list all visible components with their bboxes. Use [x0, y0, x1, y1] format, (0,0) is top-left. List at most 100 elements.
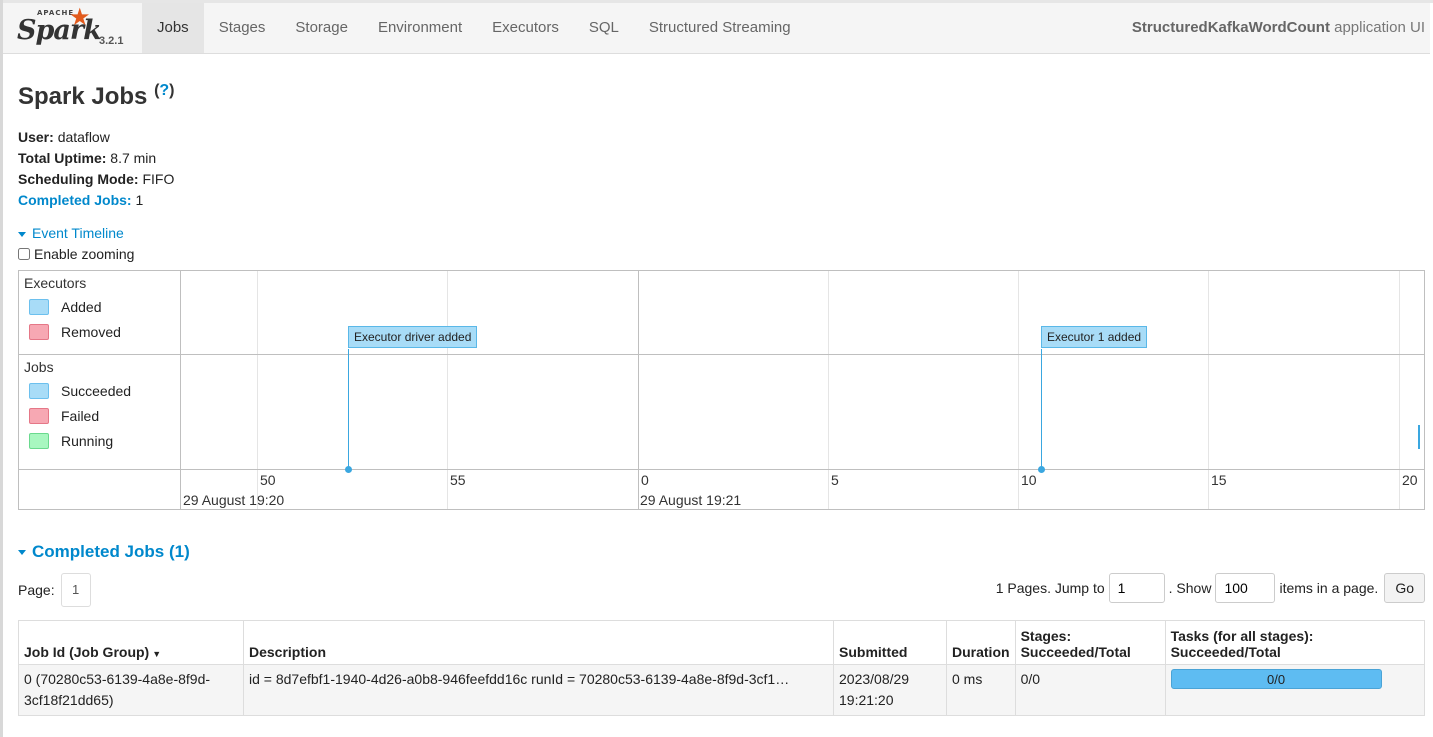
page-controls: 1 Pages. Jump to . Show items in a page.…: [996, 573, 1425, 603]
submitted-cell: 2023/08/29 19:21:20: [833, 664, 947, 716]
pagination: Page: 1: [18, 573, 91, 607]
tab-storage[interactable]: Storage: [280, 3, 363, 53]
event-executor-1-added[interactable]: Executor 1 added: [1041, 326, 1148, 348]
spark-version: 3.2.1: [99, 35, 124, 47]
duration-cell: 0 ms: [946, 664, 1016, 716]
show-text: . Show: [1168, 580, 1212, 596]
executor-driver-dot[interactable]: [345, 466, 352, 473]
col-submitted[interactable]: Submitted: [833, 620, 947, 665]
col-tasks[interactable]: Tasks (for all stages): Succeeded/Total: [1164, 620, 1426, 665]
group-divider: [19, 354, 1424, 355]
tick-label: 0: [641, 472, 649, 488]
go-button[interactable]: Go: [1384, 573, 1425, 603]
window-edge: [0, 0, 3, 737]
enable-zooming[interactable]: Enable zooming: [18, 246, 134, 262]
legend-failed: Failed: [29, 408, 99, 424]
executor-1-dot[interactable]: [1038, 466, 1045, 473]
tick-label: 20: [1402, 472, 1418, 488]
executors-group-label: Executors: [24, 275, 87, 291]
summary-uptime: Total Uptime: 8.7 min: [18, 148, 174, 169]
legend-removed-label: Removed: [61, 324, 121, 340]
tab-sql[interactable]: SQL: [574, 3, 634, 53]
app-name: StructuredKafkaWordCount: [1131, 19, 1330, 36]
user-value: dataflow: [57, 129, 110, 145]
caret-down-icon: [18, 550, 26, 556]
grid-line-major: [638, 271, 639, 509]
help-icon[interactable]: ?: [159, 82, 169, 99]
completed-jobs-table: Job Id (Job Group) ▼ Description Submitte…: [18, 620, 1426, 716]
user-label: User:: [18, 129, 54, 145]
axis-divider: [19, 469, 1424, 470]
event-timeline-toggle[interactable]: Event Timeline: [18, 225, 124, 241]
tab-structured-streaming[interactable]: Structured Streaming: [634, 3, 806, 53]
legend-failed-label: Failed: [61, 408, 100, 424]
items-text: items in a page.: [1279, 580, 1379, 596]
page-title: Spark Jobs (?): [18, 82, 175, 111]
col-job-id[interactable]: Job Id (Job Group) ▼: [18, 620, 244, 665]
page-label: Page:: [18, 582, 55, 598]
grid-line: [828, 271, 829, 509]
job-summary: User: dataflow Total Uptime: 8.7 min Sch…: [18, 127, 174, 211]
completed-jobs-link[interactable]: Completed Jobs:: [18, 192, 132, 208]
event-timeline-label: Event Timeline: [32, 225, 124, 241]
tick-label: 50: [260, 472, 276, 488]
legend-added: Added: [29, 299, 101, 315]
stages-cell: 0/0: [1014, 664, 1166, 716]
completed-jobs-header: Completed Jobs (1): [32, 542, 190, 561]
tasks-progress-bar: 0/0: [1170, 669, 1382, 689]
tab-executors[interactable]: Executors: [477, 3, 574, 53]
date-label: 29 August 19:20: [183, 492, 285, 508]
tab-jobs[interactable]: Jobs: [142, 3, 204, 53]
grid-line: [1399, 271, 1400, 509]
tab-stages[interactable]: Stages: [204, 3, 281, 53]
enable-zooming-checkbox[interactable]: [18, 248, 30, 260]
tasks-cell: 0/0: [1164, 664, 1426, 716]
grid-line: [447, 271, 448, 509]
running-swatch: [29, 433, 49, 449]
uptime-label: Total Uptime:: [18, 150, 107, 166]
completed-jobs-toggle[interactable]: Completed Jobs (1): [18, 542, 190, 562]
col-description[interactable]: Description: [243, 620, 834, 665]
top-navbar: APACHE Spark ★ 3.2.1 Jobs Stages Storage…: [3, 3, 1430, 54]
job-0-bar[interactable]: [1418, 425, 1420, 449]
nav-tabs: Jobs Stages Storage Environment Executor…: [142, 3, 806, 53]
page-1-link[interactable]: 1: [60, 573, 91, 607]
legend-removed: Removed: [29, 324, 121, 340]
caret-down-icon: [18, 231, 26, 237]
help-link[interactable]: (?): [154, 82, 174, 99]
scheduling-value: FIFO: [142, 171, 175, 187]
job-id-cell[interactable]: 0 (70280c53-6139-4a8e-8f9d-3cf18f21dd65): [18, 664, 244, 716]
summary-completed: Completed Jobs: 1: [18, 190, 174, 211]
table-header-row: Job Id (Job Group) ▼ Description Submitte…: [18, 620, 1426, 665]
failed-swatch: [29, 408, 49, 424]
tick-label: 55: [450, 472, 466, 488]
succeeded-swatch: [29, 383, 49, 399]
event-timeline[interactable]: Executors Added Removed Jobs Succeeded F…: [18, 270, 1425, 510]
application-title: StructuredKafkaWordCount application UI: [1132, 3, 1425, 53]
legend-running: Running: [29, 433, 113, 449]
app-suffix: application UI: [1329, 19, 1425, 36]
page-title-text: Spark Jobs: [18, 83, 148, 110]
jump-to-page-input[interactable]: [1108, 573, 1165, 603]
col-duration[interactable]: Duration: [946, 620, 1016, 665]
col-stages[interactable]: Stages: Succeeded/Total: [1014, 620, 1166, 665]
description-cell[interactable]: id = 8d7efbf1-1940-4d26-a0b8-946feefdd16…: [243, 664, 834, 716]
spark-logo[interactable]: APACHE Spark ★ 3.2.1: [17, 4, 137, 51]
grid-line: [1018, 271, 1019, 509]
removed-swatch: [29, 324, 49, 340]
page-size-input[interactable]: [1215, 573, 1276, 603]
event-executor-driver-added[interactable]: Executor driver added: [348, 326, 478, 348]
uptime-value: 8.7 min: [110, 150, 157, 166]
timeline-group-column: Executors Added Removed Jobs Succeeded F…: [19, 271, 181, 509]
grid-line: [1208, 271, 1209, 509]
enable-zooming-label: Enable zooming: [34, 246, 135, 262]
spark-star-icon: ★: [69, 4, 91, 31]
pages-text: 1 Pages. Jump to: [995, 580, 1105, 596]
tab-environment[interactable]: Environment: [363, 3, 477, 53]
scheduling-label: Scheduling Mode:: [18, 171, 139, 187]
col-job-id-label: Job Id (Job Group): [24, 644, 150, 660]
legend-succeeded-label: Succeeded: [61, 383, 132, 399]
executor-driver-marker: [348, 349, 349, 470]
added-swatch: [29, 299, 49, 315]
jobs-group-label: Jobs: [24, 359, 54, 375]
